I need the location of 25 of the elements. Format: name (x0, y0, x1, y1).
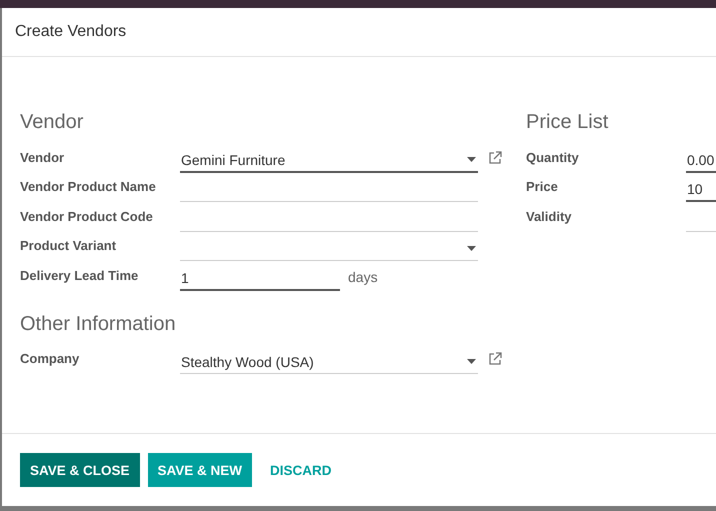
field-label: Delivery Lead Time (20, 268, 140, 285)
dialog-title: Create Vendors (15, 23, 126, 41)
unit-label: days (347, 268, 378, 287)
field-label: Vendor Product Name (20, 179, 157, 196)
input-field[interactable]: 0.00 (686, 148, 716, 172)
input-field[interactable]: 10 (686, 178, 716, 202)
field-label: Validity (526, 208, 573, 226)
save-button[interactable]: SAVE & CLOSE (20, 453, 140, 487)
input-field[interactable]: 1 (180, 266, 340, 290)
section-heading: Vendor (20, 111, 84, 135)
input-field[interactable]: Gemini Furniture (180, 148, 478, 172)
field-label: Quantity (526, 150, 580, 167)
field-label: Company (20, 351, 80, 368)
field-label: Vendor (20, 150, 66, 166)
field-label: Price (526, 179, 559, 196)
field-label: Vendor Product Code (20, 208, 154, 226)
section-heading: Other Information (20, 312, 177, 336)
caret-icon (467, 246, 476, 251)
input-field[interactable]: Stealthy Wood (USA) (180, 350, 478, 374)
external-link-icon[interactable] (488, 352, 502, 366)
field-label: Product Variant (20, 238, 118, 255)
section-heading: Price List (526, 111, 610, 135)
external-link-icon[interactable] (488, 150, 502, 164)
caret-icon (467, 359, 476, 364)
caret-icon (467, 157, 476, 162)
